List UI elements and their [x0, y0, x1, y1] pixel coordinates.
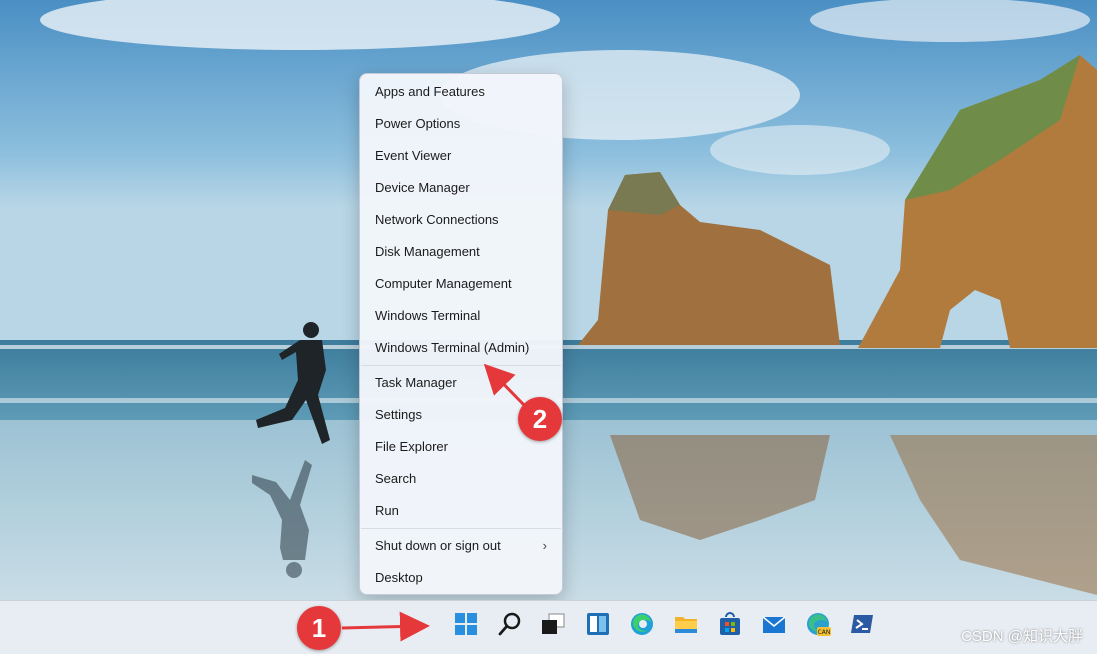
menu-item-power-options[interactable]: Power Options	[361, 109, 561, 139]
menu-item-run[interactable]: Run	[361, 496, 561, 526]
menu-item-disk-management[interactable]: Disk Management	[361, 237, 561, 267]
microsoft-store-icon[interactable]	[716, 610, 744, 638]
menu-item-desktop[interactable]: Desktop	[361, 563, 561, 593]
menu-item-task-manager[interactable]: Task Manager	[361, 368, 561, 398]
search-icon[interactable]	[496, 610, 524, 638]
mail-icon[interactable]	[760, 610, 788, 638]
menu-separator	[361, 528, 561, 529]
menu-item-shut-down-or-sign-out[interactable]: Shut down or sign out ›	[361, 531, 561, 561]
widgets-icon[interactable]	[584, 610, 612, 638]
menu-item-computer-management[interactable]: Computer Management	[361, 269, 561, 299]
menu-separator	[361, 365, 561, 366]
menu-item-label: Shut down or sign out	[375, 538, 501, 553]
annotation-badge-2: 2	[518, 397, 562, 441]
edge-canary-icon[interactable]: CAN	[804, 610, 832, 638]
menu-item-event-viewer[interactable]: Event Viewer	[361, 141, 561, 171]
edge-icon[interactable]	[628, 610, 656, 638]
windows-start-icon[interactable]	[452, 610, 480, 638]
menu-item-windows-terminal[interactable]: Windows Terminal	[361, 301, 561, 331]
menu-item-windows-terminal-admin[interactable]: Windows Terminal (Admin)	[361, 333, 561, 363]
watermark: CSDN @知识大胖	[961, 628, 1083, 645]
svg-text:CAN: CAN	[818, 629, 831, 636]
file-explorer-icon[interactable]	[672, 610, 700, 638]
annotation-badge-1: 1	[297, 606, 341, 650]
menu-item-search[interactable]: Search	[361, 464, 561, 494]
menu-item-apps-and-features[interactable]: Apps and Features	[361, 77, 561, 107]
winx-context-menu: Apps and Features Power Options Event Vi…	[359, 73, 563, 595]
menu-item-network-connections[interactable]: Network Connections	[361, 205, 561, 235]
chevron-right-icon: ›	[542, 538, 547, 553]
menu-item-device-manager[interactable]: Device Manager	[361, 173, 561, 203]
powershell-icon[interactable]	[848, 610, 876, 638]
task-view-icon[interactable]	[539, 610, 567, 638]
